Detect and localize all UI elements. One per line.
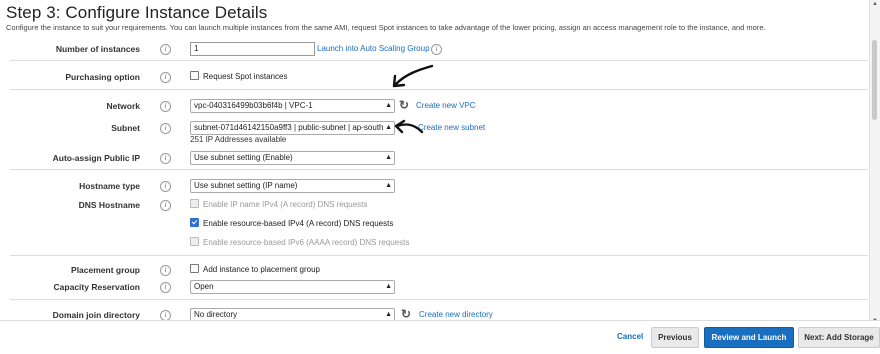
- row-dns-option-2: Enable resource-based IPv4 (A record) DN…: [0, 216, 868, 234]
- enable-resource-ipv4-label: Enable resource-based IPv4 (A record) DN…: [203, 219, 394, 228]
- annotation-arrow-network: [394, 64, 434, 86]
- cancel-button[interactable]: Cancel: [617, 327, 643, 346]
- info-icon[interactable]: i: [431, 44, 442, 55]
- ip-addresses-available: 251 IP Addresses available: [190, 135, 287, 144]
- create-new-directory-link[interactable]: Create new directory: [419, 310, 493, 319]
- info-icon[interactable]: i: [160, 44, 171, 55]
- divider: [10, 169, 868, 170]
- row-number-of-instances: Number of instances i 1 Launch into Auto…: [0, 41, 868, 59]
- auto-assign-public-ip-select[interactable]: Use subnet setting (Enable) ▲: [190, 151, 395, 165]
- review-and-launch-button[interactable]: Review and Launch: [704, 327, 794, 348]
- placement-group-checkbox[interactable]: Add instance to placement group: [190, 264, 320, 274]
- network-select[interactable]: vpc-040316499b03b6f4b | VPC-1 ▲: [190, 99, 395, 113]
- capacity-reservation-label: Capacity Reservation: [53, 282, 140, 292]
- hostname-type-label: Hostname type: [79, 181, 140, 191]
- previous-button[interactable]: Previous: [651, 327, 699, 348]
- auto-assign-public-ip-label: Auto-assign Public IP: [52, 153, 140, 163]
- scrollbar-thumb[interactable]: [872, 40, 877, 120]
- enable-resource-ipv4-checkbox[interactable]: Enable resource-based IPv4 (A record) DN…: [190, 218, 393, 228]
- select-arrow-icon: ▲: [383, 281, 392, 293]
- public-ip-select-value: Use subnet setting (Enable): [194, 153, 293, 162]
- domain-select-value: No directory: [194, 310, 238, 319]
- scroll-up-icon[interactable]: ▲: [872, 1, 878, 7]
- next-add-storage-button[interactable]: Next: Add Storage: [798, 327, 880, 348]
- checkbox-icon[interactable]: [190, 264, 199, 273]
- row-hostname-type: Hostname type i Use subnet setting (IP n…: [0, 178, 868, 196]
- request-spot-label: Request Spot instances: [203, 72, 288, 81]
- hostname-select-value: Use subnet setting (IP name): [194, 181, 298, 190]
- info-icon[interactable]: i: [160, 123, 171, 134]
- placement-group-checkbox-label: Add instance to placement group: [203, 265, 320, 274]
- page-description: Configure the instance to suit your requ…: [6, 23, 766, 32]
- page-title: Step 3: Configure Instance Details: [6, 3, 268, 22]
- annotation-arrows: [392, 64, 434, 134]
- subnet-label: Subnet: [111, 123, 140, 133]
- wizard-footer: Cancel Previous Review and Launch Next: …: [0, 320, 880, 354]
- vertical-scrollbar[interactable]: ▲ ▼: [869, 0, 880, 325]
- checkbox-icon[interactable]: [190, 71, 199, 80]
- enable-resource-ipv6-label: Enable resource-based IPv6 (AAAA record)…: [203, 238, 410, 247]
- row-placement-group: Placement group i Add instance to placem…: [0, 262, 868, 280]
- enable-resource-ipv6-checkbox[interactable]: Enable resource-based IPv6 (AAAA record)…: [190, 237, 409, 247]
- select-arrow-icon: ▲: [383, 180, 392, 192]
- divider: [10, 299, 868, 300]
- info-icon[interactable]: i: [160, 101, 171, 112]
- enable-ip-name-ipv4-label: Enable IP name IPv4 (A record) DNS reque…: [203, 200, 368, 209]
- row-dns-hostname: DNS Hostname i Enable IP name IPv4 (A re…: [0, 197, 868, 215]
- annotation-arrowhead-subnet: [394, 119, 406, 134]
- row-capacity-reservation: Capacity Reservation i Open ▲: [0, 279, 868, 297]
- checkbox-icon[interactable]: [190, 237, 199, 246]
- placement-group-label: Placement group: [71, 265, 140, 275]
- subnet-select-value: subnet-071d46142150a9ff3 | public-subnet…: [194, 123, 384, 132]
- subnet-select[interactable]: subnet-071d46142150a9ff3 | public-subnet…: [190, 121, 395, 135]
- info-icon[interactable]: i: [160, 200, 171, 211]
- launch-into-asg-link[interactable]: Launch into Auto Scaling Group: [317, 44, 430, 53]
- info-icon[interactable]: i: [160, 265, 171, 276]
- info-icon[interactable]: i: [160, 181, 171, 192]
- checkbox-icon[interactable]: [190, 199, 199, 208]
- number-of-instances-label: Number of instances: [55, 44, 140, 54]
- network-label: Network: [106, 101, 140, 111]
- purchasing-option-label: Purchasing option: [65, 72, 140, 82]
- number-of-instances-input[interactable]: 1: [190, 42, 315, 56]
- row-auto-assign-public-ip: Auto-assign Public IP i Use subnet setti…: [0, 150, 868, 168]
- request-spot-checkbox[interactable]: Request Spot instances: [190, 71, 288, 81]
- dns-hostname-label: DNS Hostname: [78, 200, 140, 210]
- hostname-type-select[interactable]: Use subnet setting (IP name) ▲: [190, 179, 395, 193]
- domain-join-directory-label: Domain join directory: [52, 310, 140, 320]
- capacity-reservation-select[interactable]: Open ▲: [190, 280, 395, 294]
- row-dns-option-3: Enable resource-based IPv6 (AAAA record)…: [0, 235, 868, 253]
- enable-ip-name-ipv4-checkbox[interactable]: Enable IP name IPv4 (A record) DNS reque…: [190, 199, 367, 209]
- network-select-value: vpc-040316499b03b6f4b | VPC-1: [194, 101, 313, 110]
- checkbox-checked-icon[interactable]: [190, 218, 199, 227]
- divider: [10, 255, 868, 256]
- info-icon[interactable]: i: [160, 72, 171, 83]
- select-arrow-icon: ▲: [383, 152, 392, 164]
- info-icon[interactable]: i: [160, 282, 171, 293]
- info-icon[interactable]: i: [160, 153, 171, 164]
- refresh-icon[interactable]: ↻: [401, 307, 411, 321]
- capacity-select-value: Open: [194, 282, 214, 291]
